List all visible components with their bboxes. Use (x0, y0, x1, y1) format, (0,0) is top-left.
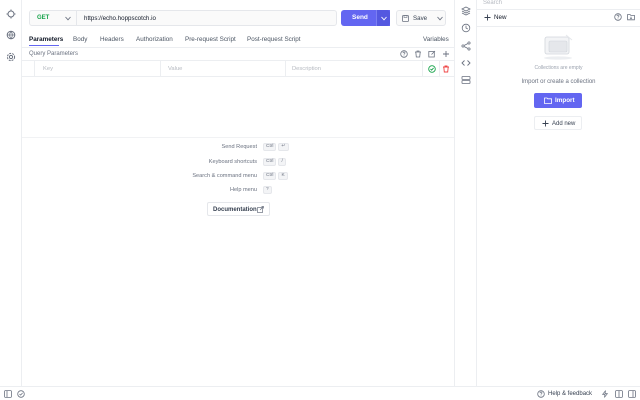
save-button[interactable]: Save (396, 10, 446, 26)
import-button[interactable]: Import (534, 93, 582, 108)
send-options-button[interactable] (376, 10, 390, 26)
documentation-label: Documentation (213, 206, 257, 213)
chevron-down-icon (381, 16, 387, 21)
external-link-icon (257, 206, 264, 213)
help-circle-icon[interactable] (400, 50, 408, 58)
method-label: GET (37, 15, 50, 21)
footer-bar: Help & feedback (0, 386, 640, 400)
save-label: Save (413, 15, 428, 22)
tab-post-request-script[interactable]: Post-request Script (247, 36, 301, 43)
send-label: Send (352, 14, 368, 21)
description-input[interactable]: Description (292, 66, 321, 72)
right-icon-rail (454, 0, 477, 386)
request-bar: GET https://echo.hoppscotch.io (29, 10, 337, 26)
collections-hint-text: Import or create a collection (521, 79, 596, 85)
shortcut-help-label: Help menu (229, 187, 257, 193)
save-icon (402, 15, 409, 22)
plus-icon (484, 14, 491, 21)
settings-icon[interactable] (6, 52, 16, 62)
help-feedback-button[interactable]: Help & feedback (548, 391, 592, 397)
trash-icon[interactable] (414, 50, 422, 58)
sidebar-toggle-icon[interactable] (4, 390, 12, 398)
chevron-down-icon (65, 16, 71, 21)
query-parameters-title: Query Parameters (29, 51, 79, 57)
import-icon (544, 97, 552, 104)
key-input[interactable]: Key (43, 66, 53, 72)
folder-download-icon[interactable] (627, 13, 635, 21)
search-divider (477, 9, 640, 10)
code-icon[interactable] (461, 58, 471, 68)
shortcut-keyboard-label: Keyboard shortcuts (208, 159, 257, 165)
tab-parameters[interactable]: Parameters (29, 36, 63, 43)
tab-authorization[interactable]: Authorization (136, 36, 173, 43)
shortcut-search-label: Search & command menu (192, 173, 257, 179)
tab-headers[interactable]: Headers (100, 36, 124, 43)
shortcut-search-keys: Ctrl K (261, 172, 288, 180)
layout-panel-icon[interactable] (628, 390, 636, 398)
value-input[interactable]: Value (168, 66, 182, 72)
empty-collection-illustration (540, 33, 576, 61)
panel-divider (22, 137, 454, 138)
url-input[interactable]: https://echo.hoppscotch.io (84, 15, 156, 22)
help-circle-icon (537, 390, 545, 398)
delete-row-icon[interactable] (442, 65, 450, 73)
tab-pre-request-script[interactable]: Pre-request Script (185, 36, 236, 43)
new-collection-button[interactable]: New (483, 13, 513, 23)
tab-body[interactable]: Body (73, 36, 87, 43)
plus-icon (542, 120, 549, 127)
params-table-row: Key Value Description (22, 60, 454, 77)
tab-variables[interactable]: Variables (423, 36, 449, 43)
add-new-label: Add new (552, 120, 576, 127)
collections-icon[interactable] (461, 6, 471, 16)
panel-header-divider (477, 26, 640, 27)
import-label: Import (555, 97, 575, 104)
documentation-button[interactable]: Documentation (207, 202, 270, 216)
check-shield-icon[interactable] (17, 390, 25, 398)
lightning-icon[interactable] (601, 390, 609, 398)
new-label: New (494, 14, 507, 21)
chevron-down-icon (437, 16, 443, 21)
help-circle-icon[interactable] (614, 13, 622, 21)
shortcut-send-label: Send Request (221, 144, 257, 150)
shortcut-keyboard-keys: Ctrl / (261, 158, 286, 166)
edit-icon[interactable] (428, 50, 436, 58)
layout-columns-icon[interactable] (615, 390, 623, 398)
plus-icon[interactable] (442, 50, 450, 58)
collections-search-input[interactable]: Search (483, 0, 502, 6)
shortcut-help-keys: ? (261, 186, 272, 194)
history-icon[interactable] (461, 23, 471, 33)
left-sidebar (0, 0, 22, 386)
method-select[interactable]: GET (30, 11, 77, 25)
tabs-divider (22, 47, 454, 48)
share-icon[interactable] (461, 41, 471, 51)
rest-icon[interactable] (6, 9, 16, 19)
shortcut-send-keys: Ctrl ↵ (261, 143, 289, 151)
check-circle-icon[interactable] (428, 65, 436, 73)
collections-empty-text: Collections are empty (534, 65, 583, 71)
server-icon[interactable] (461, 75, 471, 85)
add-new-button[interactable]: Add new (534, 116, 582, 130)
globe-icon[interactable] (6, 30, 16, 40)
